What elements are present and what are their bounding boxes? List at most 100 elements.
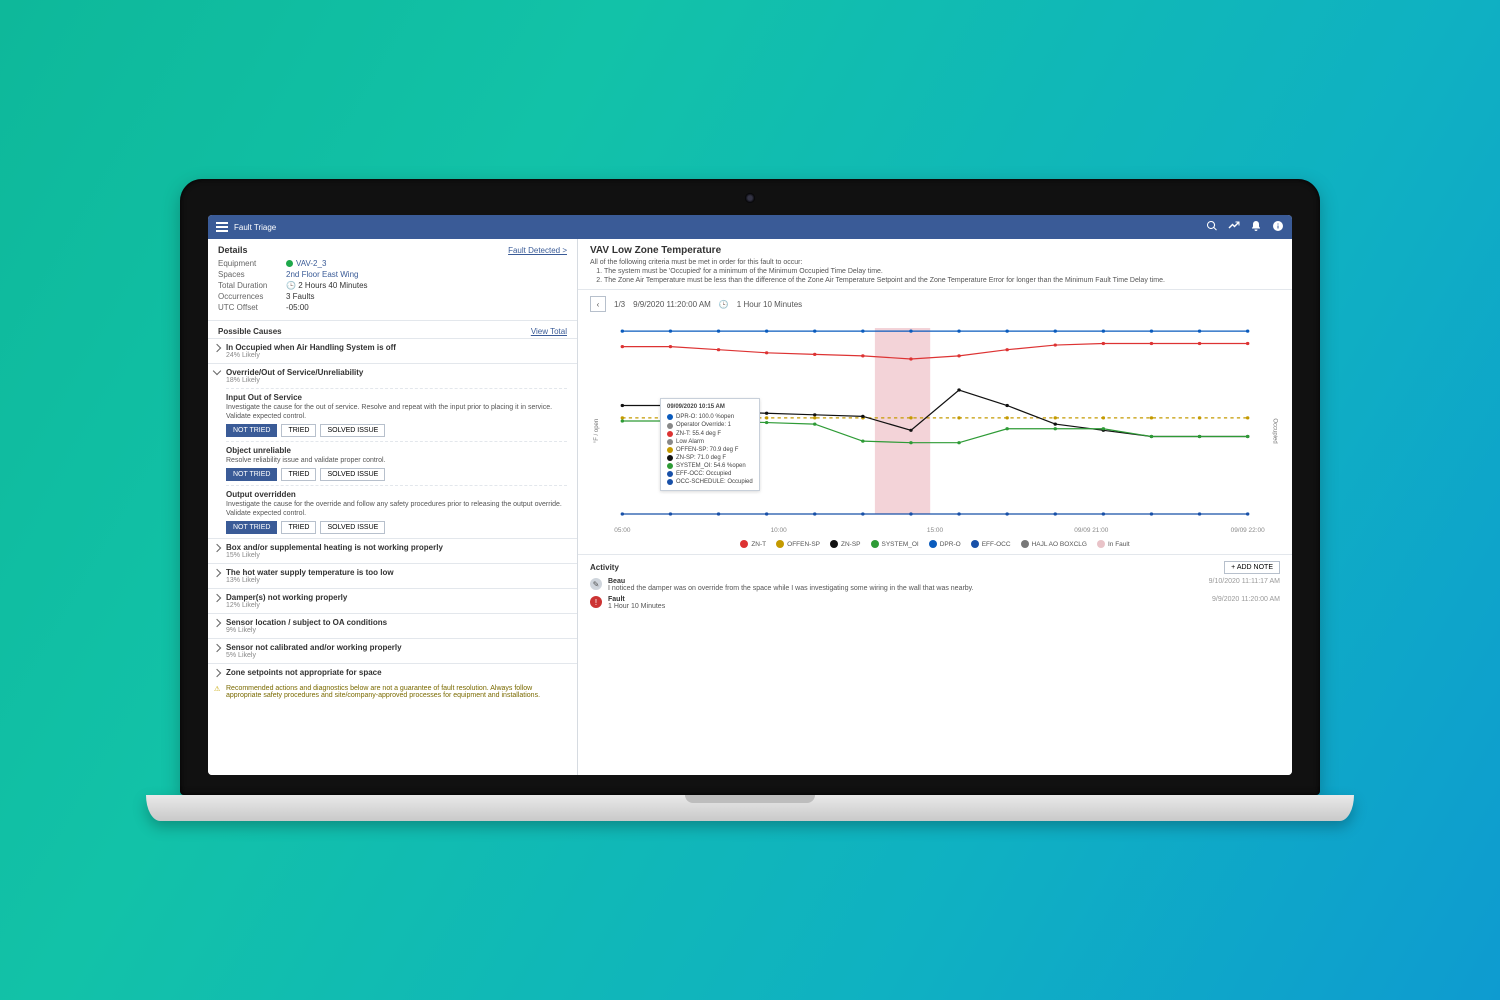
cause-item[interactable]: Override/Out of Service/Unreliability 18… <box>208 363 577 538</box>
info-icon[interactable] <box>1272 220 1284 234</box>
cause-title: Sensor location / subject to OA conditio… <box>226 618 567 627</box>
equipment-link[interactable]: VAV-2_3 <box>296 259 326 268</box>
chevron-icon <box>213 644 221 652</box>
cause-title: Zone setpoints not appropriate for space <box>226 668 567 677</box>
bell-icon[interactable] <box>1250 220 1262 234</box>
chevron-icon <box>213 594 221 602</box>
details-section: Details Fault Detected > EquipmentVAV-2_… <box>208 239 577 321</box>
chart-icon[interactable] <box>1228 220 1240 234</box>
legend-item[interactable]: DPR-O <box>929 540 961 548</box>
spaces-link[interactable]: 2nd Floor East Wing <box>286 270 358 279</box>
fault-pager: ‹ 1/3 9/9/2020 11:20:00 AM 🕒 1 Hour 10 M… <box>578 290 1292 318</box>
activity-item: ✎ BeauI noticed the damper was on overri… <box>590 578 1280 592</box>
svg-text:09/09 22:00: 09/09 22:00 <box>1231 527 1266 534</box>
search-icon[interactable] <box>1206 220 1218 234</box>
causes-header: Possible Causes View Total <box>208 321 577 338</box>
chevron-icon <box>213 367 221 375</box>
menu-icon[interactable] <box>216 222 228 232</box>
cause-title: Box and/or supplemental heating is not w… <box>226 543 567 552</box>
cause-likelihood: 15% Likely <box>226 552 567 559</box>
fault-detected-link[interactable]: Fault Detected > <box>508 246 567 255</box>
legend-item[interactable]: EFF-OCC <box>971 540 1011 548</box>
laptop-mockup: Fault Triage Details Fault Detected > <box>180 179 1320 821</box>
sub-cause-title: Output overridden <box>226 490 567 499</box>
cause-title: Damper(s) not working properly <box>226 593 567 602</box>
cause-item[interactable]: Box and/or supplemental heating is not w… <box>208 538 577 563</box>
cause-action-button[interactable]: SOLVED ISSUE <box>320 424 385 437</box>
cause-item[interactable]: Sensor not calibrated and/or working pro… <box>208 638 577 663</box>
cause-action-button[interactable]: TRIED <box>281 424 316 437</box>
cause-likelihood: 18% Likely <box>226 377 567 384</box>
svg-text:10:00: 10:00 <box>771 527 788 534</box>
laptop-deck <box>146 795 1354 821</box>
add-note-button[interactable]: + ADD NOTE <box>1224 561 1280 574</box>
legend-item[interactable]: In Fault <box>1097 540 1130 548</box>
view-total-link[interactable]: View Total <box>531 327 567 336</box>
fault-icon: ! <box>590 596 602 608</box>
left-panel: Details Fault Detected > EquipmentVAV-2_… <box>208 239 578 775</box>
pager-prev[interactable]: ‹ <box>590 296 606 312</box>
trend-chart[interactable]: °F / open Occupied 05:0010:0015:0009/09 … <box>590 318 1280 538</box>
cause-action-button[interactable]: TRIED <box>281 468 316 481</box>
pager-timestamp: 9/9/2020 11:20:00 AM <box>633 300 711 309</box>
legend-item[interactable]: ZN-SP <box>830 540 861 548</box>
cause-action-button[interactable]: NOT TRIED <box>226 468 277 481</box>
activity-heading: Activity <box>590 563 619 572</box>
cause-likelihood: 24% Likely <box>226 352 567 359</box>
sub-cause-title: Object unreliable <box>226 446 567 455</box>
cause-action-button[interactable]: NOT TRIED <box>226 521 277 534</box>
sub-cause-desc: Investigate the cause for the override a… <box>226 500 567 518</box>
causes-warning: Recommended actions and diagnostics belo… <box>208 681 577 707</box>
app-screen: Fault Triage Details Fault Detected > <box>208 215 1292 775</box>
pager-duration: 1 Hour 10 Minutes <box>737 300 802 309</box>
chevron-icon <box>213 619 221 627</box>
legend-item[interactable]: SYSTEM_OI <box>871 540 919 548</box>
sub-cause-title: Input Out of Service <box>226 393 567 402</box>
chevron-icon <box>213 569 221 577</box>
cause-item[interactable]: Zone setpoints not appropriate for space <box>208 663 577 681</box>
cause-action-button[interactable]: SOLVED ISSUE <box>320 468 385 481</box>
clock-icon: 🕒 <box>286 281 298 290</box>
activity-item: ! Fault1 Hour 10 Minutes 9/9/2020 11:20:… <box>590 596 1280 610</box>
causes-scroll[interactable]: In Occupied when Air Handling System is … <box>208 338 577 775</box>
fault-title: VAV Low Zone Temperature <box>590 245 1280 256</box>
cause-title: In Occupied when Air Handling System is … <box>226 343 567 352</box>
cause-likelihood: 9% Likely <box>226 627 567 634</box>
chevron-icon <box>213 669 221 677</box>
sub-cause-desc: Resolve reliability issue and validate p… <box>226 456 567 465</box>
details-heading: Details <box>218 245 248 255</box>
chevron-icon <box>213 544 221 552</box>
series-ZN-T <box>622 344 1247 360</box>
cause-action-button[interactable]: SOLVED ISSUE <box>320 521 385 534</box>
criteria-1: The system must be 'Occupied' for a mini… <box>604 267 1280 276</box>
cause-item[interactable]: Sensor location / subject to OA conditio… <box>208 613 577 638</box>
cause-item[interactable]: The hot water supply temperature is too … <box>208 563 577 588</box>
cause-item[interactable]: Damper(s) not working properly 12% Likel… <box>208 588 577 613</box>
cause-title: Override/Out of Service/Unreliability <box>226 368 567 377</box>
cause-likelihood: 13% Likely <box>226 577 567 584</box>
app-title: Fault Triage <box>234 223 276 232</box>
right-panel: VAV Low Zone Temperature All of the foll… <box>578 239 1292 775</box>
svg-text:09/09 21:00: 09/09 21:00 <box>1074 527 1109 534</box>
clock-icon: 🕒 <box>719 300 729 309</box>
legend-item[interactable]: HAJL AO BOXCLG <box>1021 540 1087 548</box>
legend-item[interactable]: OFFEN-SP <box>776 540 820 548</box>
status-dot <box>286 260 293 267</box>
note-icon: ✎ <box>590 578 602 590</box>
chart-tooltip: 09/09/2020 10:15 AMDPR-O: 100.0 %openOpe… <box>660 398 760 491</box>
y-left-label: °F / open <box>594 419 600 443</box>
sub-cause-desc: Investigate the cause for the out of ser… <box>226 403 567 421</box>
chevron-icon <box>213 344 221 352</box>
criteria-2: The Zone Air Temperature must be less th… <box>604 276 1280 285</box>
legend-item[interactable]: ZN-T <box>740 540 766 548</box>
cause-action-button[interactable]: NOT TRIED <box>226 424 277 437</box>
chart-legend: ZN-T OFFEN-SP ZN-SP SYSTEM_OI DPR-O EFF-OCC HA… <box>578 540 1292 548</box>
cause-item[interactable]: In Occupied when Air Handling System is … <box>208 338 577 363</box>
cause-action-button[interactable]: TRIED <box>281 521 316 534</box>
cause-likelihood: 5% Likely <box>226 652 567 659</box>
activity-section: Activity + ADD NOTE ✎ BeauI noticed the … <box>578 554 1292 775</box>
pager-index: 1/3 <box>614 300 625 309</box>
app-header: Fault Triage <box>208 215 1292 239</box>
cause-likelihood: 12% Likely <box>226 602 567 609</box>
svg-text:15:00: 15:00 <box>927 527 944 534</box>
